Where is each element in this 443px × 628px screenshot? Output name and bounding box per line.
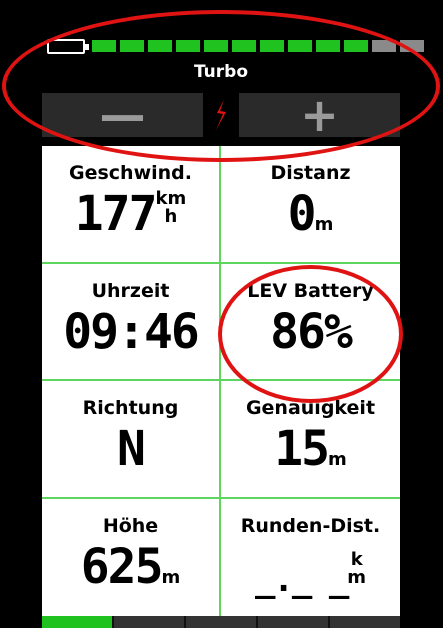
page-tab[interactable]	[186, 616, 256, 628]
field-lev-battery[interactable]: LEV Battery 86%	[221, 264, 400, 381]
level-segment	[176, 40, 200, 52]
level-segment	[372, 40, 396, 52]
field-value: 177 km h	[74, 186, 187, 242]
data-fields-grid: Geschwind. 177 km h Distanz 0m Uhrzeit 09:…	[42, 146, 400, 616]
field-value: 09:46	[63, 303, 200, 360]
field-label: Geschwind.	[69, 162, 192, 184]
bike-computer-screen: Turbo — + Geschwind. 177 km h Distanz 0m U…	[42, 30, 424, 628]
level-segment	[232, 40, 256, 52]
field-label: Höhe	[102, 514, 159, 537]
page-tab[interactable]	[258, 616, 328, 628]
field-label: Distanz	[270, 162, 351, 184]
level-segment	[204, 40, 228, 52]
field-label: Richtung	[82, 397, 179, 419]
field-label: Genauigkeit	[245, 397, 376, 419]
specialized-s-icon	[203, 93, 239, 137]
field-elevation[interactable]: Höhe 625m	[42, 498, 221, 616]
battery-icon	[47, 39, 89, 54]
field-value: 0m	[287, 186, 334, 242]
field-time[interactable]: Uhrzeit 09:46	[42, 263, 221, 381]
level-segment	[260, 40, 284, 52]
field-label: Runden-Dist.	[240, 514, 381, 537]
field-value: 625m	[80, 538, 181, 595]
level-segment	[316, 40, 340, 52]
page-tab[interactable]	[114, 616, 184, 628]
level-segment	[288, 40, 312, 52]
field-value: N	[117, 421, 146, 477]
page-tab[interactable]	[42, 616, 112, 628]
assist-level-bar	[92, 40, 424, 52]
field-heading[interactable]: Richtung N	[42, 381, 221, 499]
level-segment	[120, 40, 144, 52]
field-speed[interactable]: Geschwind. 177 km h	[42, 146, 221, 264]
field-lap-distance[interactable]: Runden-Dist. _._ _ k m	[221, 499, 400, 617]
level-segment	[344, 40, 368, 52]
field-value: _._ _ k m	[254, 548, 367, 600]
field-label: LEV Battery	[247, 279, 374, 302]
page-tab[interactable]	[330, 616, 400, 628]
level-segment	[400, 40, 424, 52]
level-segment	[92, 40, 116, 52]
increase-assist-button[interactable]: +	[239, 92, 400, 138]
level-segment	[148, 40, 172, 52]
page-indicator	[42, 616, 400, 628]
field-value: 86%	[270, 303, 353, 360]
field-value: 15m	[274, 421, 347, 477]
assist-mode-label: Turbo	[193, 62, 249, 82]
field-label: Uhrzeit	[91, 279, 170, 302]
field-distance[interactable]: Distanz 0m	[221, 146, 400, 264]
assist-controls: — +	[42, 92, 400, 138]
decrease-assist-button[interactable]: —	[42, 92, 203, 138]
field-accuracy[interactable]: Genauigkeit 15m	[221, 381, 400, 499]
